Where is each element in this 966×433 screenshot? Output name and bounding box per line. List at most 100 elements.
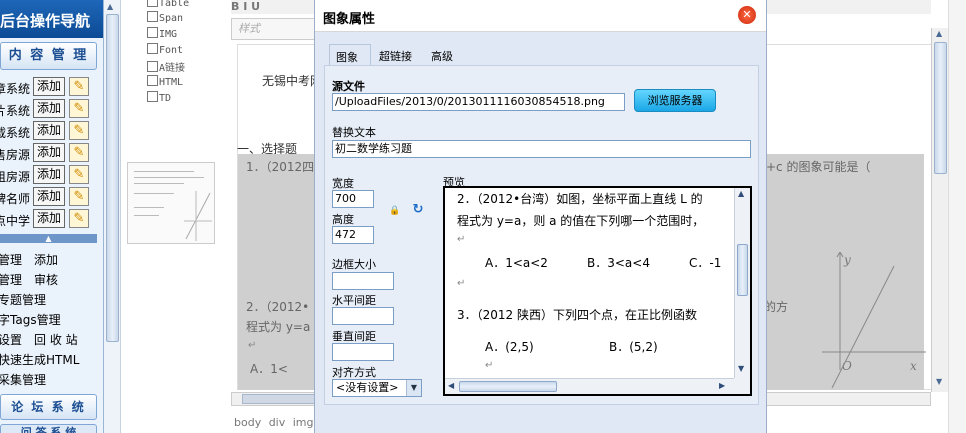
tab-hyperlink[interactable]: 超链接 [373,44,423,66]
pencil-icon[interactable]: ✎ [69,121,89,140]
preview-text: 程式为 y=a，则 a 的值在下列哪一个范围时， [457,214,705,228]
nav-row: 章系统 添加 ✎ [0,77,97,97]
svg-text:x: x [910,359,917,373]
left-navigation: 后台操作导航 内 容 管 理 章系统 添加 ✎ 片系统 添加 ✎ 载系统 添加 … [0,0,104,433]
scroll-up-icon[interactable]: ▲ [936,29,942,38]
nav-link[interactable]: 管理 审核 [0,271,58,288]
tag-item[interactable]: TD [147,91,171,107]
nav-row: 租房源 添加 ✎ [0,165,97,185]
nav-link[interactable]: 采集管理 [0,371,46,388]
image-text: +c 的图象可能是（ [766,160,871,174]
close-icon[interactable]: ✕ [738,6,756,24]
hspace-input[interactable] [332,307,394,325]
scrollbar-thumb[interactable] [459,381,557,392]
align-value: <没有设置> [336,381,399,394]
pencil-icon[interactable]: ✎ [69,143,89,162]
checkbox[interactable] [147,75,158,86]
nav-row-label[interactable]: 售房源 [0,146,30,163]
nav-row-label[interactable]: 点中学 [0,212,30,229]
pencil-icon[interactable]: ✎ [69,187,89,206]
scroll-down-icon[interactable]: ▼ [738,364,744,373]
style-dropdown[interactable]: 样式 [231,18,321,40]
forum-system-header[interactable]: 论 坛 系 统 [0,394,97,420]
lock-ratio-icon[interactable]: 🔒 [389,205,401,217]
border-input[interactable] [332,272,394,290]
checkbox[interactable] [147,11,158,22]
nav-link[interactable]: 快速生成HTML [0,351,79,368]
add-button[interactable]: 添加 [33,187,65,206]
preview-vertical-scrollbar[interactable]: ▲ ▼ [734,188,750,378]
dialog-titlebar[interactable]: 图象属性 ✕ [315,0,766,32]
scrollbar-thumb[interactable] [737,244,748,296]
checkbox[interactable] [147,61,158,72]
nav-row-label[interactable]: 载系统 [0,124,30,141]
nav-link[interactable]: 字Tags管理 [0,311,61,328]
image-text: 1．（2012四 [246,160,315,174]
thumbnail-image[interactable] [127,162,215,244]
add-button[interactable]: 添加 [33,209,65,228]
nav-row: 售房源 添加 ✎ [0,143,97,163]
tag-item[interactable]: A链接 [147,59,185,75]
scroll-down-icon[interactable]: ▼ [936,377,942,386]
nav-link[interactable]: 专题管理 [0,291,46,308]
reset-size-icon[interactable]: ↻ [411,203,425,217]
add-button[interactable]: 添加 [33,165,65,184]
nav-row-label[interactable]: 牌名师 [0,190,30,207]
collapse-up-icon[interactable]: ▲ [0,234,97,243]
tag-label: IMG [159,29,178,40]
nav-row-label[interactable]: 片系统 [0,102,30,119]
width-input[interactable]: 700 [332,190,374,208]
preview-horizontal-scrollbar[interactable]: ◀ ▶ [445,378,734,394]
tag-item[interactable]: Font [147,43,183,59]
scroll-up-icon[interactable]: ▲ [738,189,744,198]
tag-item[interactable]: Span [147,11,183,27]
height-input[interactable]: 472 [332,226,374,244]
add-button[interactable]: 添加 [33,99,65,118]
nav-scrollbar[interactable]: ▲ [104,0,121,433]
scrollbar-corner [734,378,750,394]
pencil-icon[interactable]: ✎ [69,209,89,228]
checkbox[interactable] [147,0,158,7]
pencil-icon[interactable]: ✎ [69,165,89,184]
tag-label: TD [159,93,172,104]
vspace-input[interactable] [332,343,394,361]
browse-server-button[interactable]: 浏览服务器 [634,89,716,112]
editor-vertical-scrollbar[interactable]: ▲ ▼ [931,28,948,392]
nav-row-label[interactable]: 租房源 [0,168,30,185]
pencil-icon[interactable]: ✎ [69,99,89,118]
nav-link[interactable]: 设置 回 收 站 [0,331,78,348]
tag-item[interactable]: IMG [147,27,177,43]
pencil-icon[interactable]: ✎ [69,77,89,96]
thumbnail-line [134,177,204,178]
nav-title: 后台操作导航 [0,0,103,38]
qa-system-header[interactable]: 问 答 系 统 [0,424,97,433]
thumbnail-line [134,207,164,208]
element-path[interactable]: body div img [234,416,314,429]
coordinate-graph: y O x [822,252,926,389]
checkbox[interactable] [147,43,158,54]
nav-row-label[interactable]: 章系统 [0,80,30,97]
add-button[interactable]: 添加 [33,77,65,96]
scroll-left-icon[interactable]: ◀ [448,381,454,390]
checkbox[interactable] [147,27,158,38]
scroll-up-icon[interactable]: ▲ [107,2,113,11]
add-button[interactable]: 添加 [33,121,65,140]
add-button[interactable]: 添加 [33,143,65,162]
tab-image[interactable]: 图象 [329,44,371,66]
return-mark-icon: ↵ [248,340,257,351]
scrollbar-thumb[interactable] [106,14,119,342]
scrollbar-thumb[interactable] [242,394,320,404]
tab-advanced[interactable]: 高级 [425,44,467,66]
tag-label: Table [159,0,190,9]
alt-text-input[interactable]: 初二数学练习题 [332,140,751,158]
checkbox[interactable] [147,91,158,102]
height-label: 高度 [332,213,354,226]
nav-link[interactable]: 管理 添加 [0,251,58,268]
align-select[interactable]: <没有设置> ▼ [332,379,422,397]
source-url-input[interactable]: /UploadFiles/2013/0/2013011116030854518.… [332,93,625,111]
scrollbar-thumb[interactable] [934,42,947,174]
chevron-down-icon[interactable]: ▼ [406,380,421,396]
content-management-header[interactable]: 内 容 管 理 [0,42,97,70]
tag-item[interactable]: HTML [147,75,183,91]
scroll-right-icon[interactable]: ▶ [719,381,725,390]
